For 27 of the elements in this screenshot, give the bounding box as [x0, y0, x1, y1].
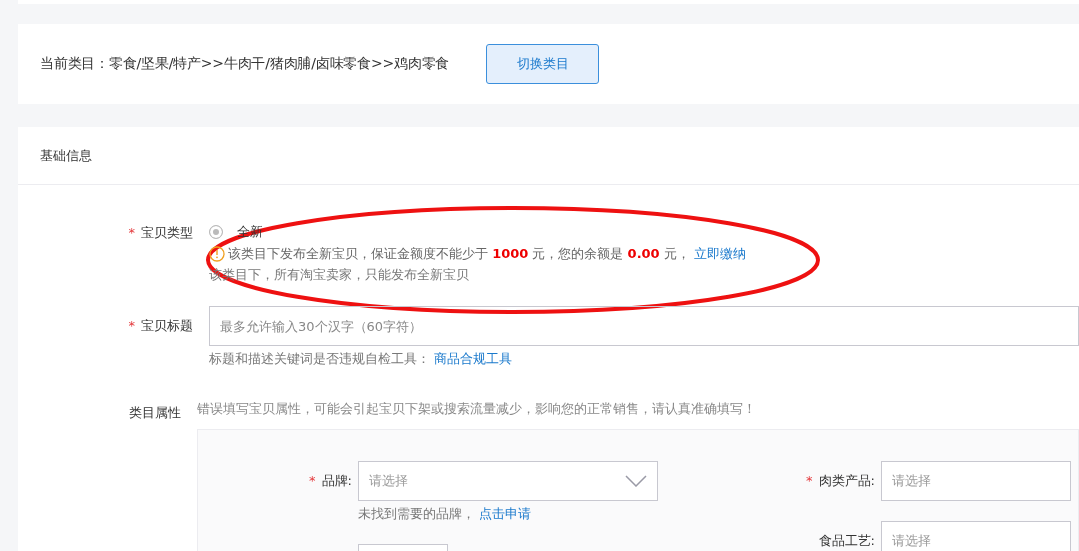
title-input[interactable]: 最多允许输入30个汉字（60字符）: [209, 306, 1079, 346]
required-mark: *: [806, 473, 813, 488]
select-field[interactable]: 请选择: [881, 521, 1071, 551]
field-label: 肉类产品:: [818, 473, 875, 488]
compliance-tool-link[interactable]: 商品合规工具: [434, 351, 512, 366]
pay-now-link[interactable]: 立即缴纳: [693, 246, 746, 261]
section-title: 基础信息: [40, 146, 92, 165]
select-field[interactable]: 请选择: [358, 461, 658, 501]
field-label: 类目属性: [129, 405, 181, 420]
chevron-down-icon: [625, 475, 647, 487]
select-field[interactable]: 请选择: [881, 461, 1071, 501]
field-label: 宝贝标题: [141, 318, 193, 333]
apply-link[interactable]: 点击申请: [479, 506, 531, 521]
field-label: 宝贝类型: [141, 225, 193, 240]
field-label: 食品工艺:: [818, 533, 875, 548]
radio-button[interactable]: [209, 225, 223, 239]
required-mark: *: [128, 225, 135, 240]
hint-text: 标题和描述关键词是否违规自检工具：: [209, 351, 430, 366]
required-mark: *: [128, 318, 135, 333]
hint-text: 未找到需要的品牌，: [358, 506, 475, 521]
deposit-warning: 该类目下发布全新宝贝，保证金额度不能少于 1000 元，您的余额是 0.00 元， 立即缴纳: [228, 245, 746, 263]
switch-category-button[interactable]: 切换类目: [486, 44, 600, 84]
current-category: 当前类目：零食/坚果/特产>>牛肉干/猪肉脯/卤味零食>>鸡肉零食: [40, 55, 450, 73]
required-mark: *: [309, 473, 316, 488]
notice-text: 错误填写宝贝属性，可能会引起宝贝下架或搜索流量减少，影响您的正常销售，请认真准确填写！: [197, 400, 757, 418]
warning-icon: [209, 246, 225, 262]
field-label: 品牌:: [321, 473, 352, 488]
